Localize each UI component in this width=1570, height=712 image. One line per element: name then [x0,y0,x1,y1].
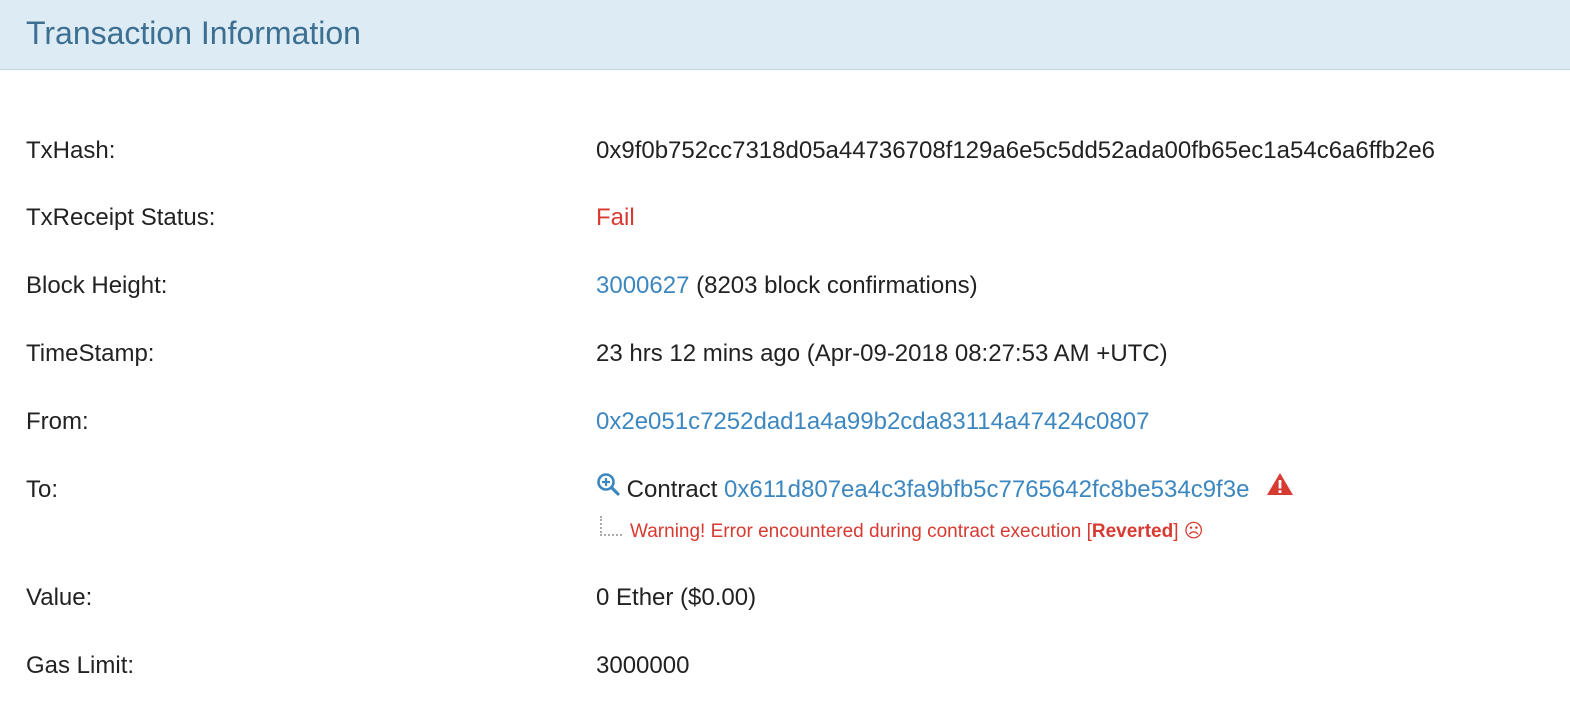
row-to: To: Contract 0x611d807ea4c3fa9bfb5c77656… [0,472,1570,513]
timestamp-value: 23 hrs 12 mins ago (Apr-09-2018 08:27:53… [596,340,1168,367]
gas-limit-value: 3000000 [596,652,690,679]
row-value: Value: 0 Ether ($0.00) [0,581,1570,621]
to-label: To: [26,476,59,503]
row-status: TxReceipt Status: Fail [0,201,1570,241]
block-height-value: 3000627 (8203 block confirmations) [596,269,978,303]
tree-connector [600,516,622,536]
warning-suffix: ] ☹ [1173,521,1204,542]
row-gas-limit: Gas Limit: 3000000 [0,649,1570,689]
row-block-height: Block Height: 3000627 (8203 block confir… [0,269,1570,309]
zoom-in-icon[interactable] [596,472,620,506]
contract-warning: Warning! Error encountered during contra… [600,516,1204,548]
value-label: Value: [26,584,93,611]
row-txhash: TxHash: 0x9f0b752cc7318d05a44736708f129a… [0,134,1570,174]
timestamp-label: TimeStamp: [26,340,155,367]
status-value: Fail [596,204,635,231]
to-value: Contract 0x611d807ea4c3fa9bfb5c7765642fc… [596,472,1294,508]
value-amount: 0 Ether ($0.00) [596,584,757,611]
to-contract-address-link[interactable]: 0x611d807ea4c3fa9bfb5c7765642fc8be534c9f… [724,476,1249,503]
from-label: From: [26,408,89,435]
warning-text: Warning! Error encountered during contra… [630,521,1092,542]
block-confirmations: (8203 block confirmations) [696,272,978,299]
warning-triangle-icon [1266,472,1294,506]
gas-limit-label: Gas Limit: [26,652,135,679]
page-title: Transaction Information [26,15,361,51]
row-timestamp: TimeStamp: 23 hrs 12 mins ago (Apr-09-20… [0,337,1570,377]
block-height-label: Block Height: [26,272,168,299]
from-address-link[interactable]: 0x2e051c7252dad1a4a99b2cda83114a47424c08… [596,405,1149,439]
to-contract-prefix: Contract [626,476,718,503]
block-number-link[interactable]: 3000627 [596,272,689,299]
txhash-label: TxHash: [26,137,116,164]
txhash-value: 0x9f0b752cc7318d05a44736708f129a6e5c5dd5… [596,137,1436,164]
panel-header: Transaction Information [0,0,1570,70]
row-from: From: 0x2e051c7252dad1a4a99b2cda83114a47… [0,405,1570,445]
reverted-badge: Reverted [1091,521,1174,542]
status-label: TxReceipt Status: [26,204,216,231]
